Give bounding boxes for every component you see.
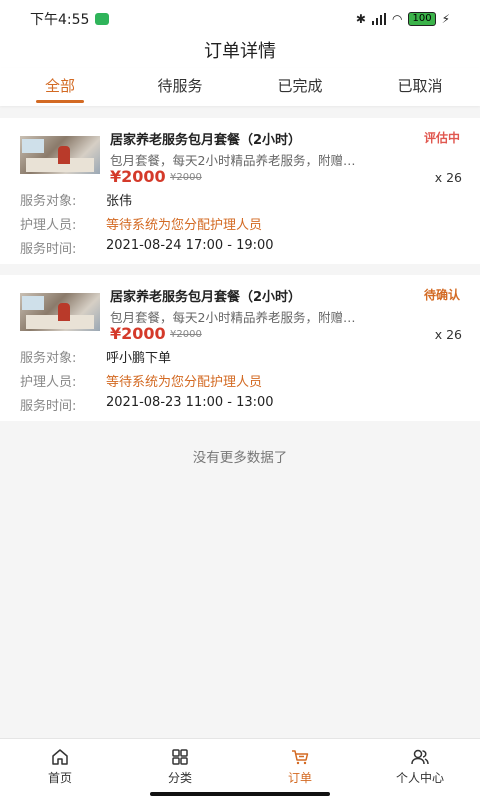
caregiver-label: 护理人员: bbox=[20, 218, 77, 233]
order-title: 居家养老服务包月套餐（2小时） bbox=[110, 290, 302, 305]
order-original-price: ¥2000 bbox=[170, 172, 202, 183]
service-time-value: 2021-08-24 17:00 - 19:00 bbox=[106, 238, 274, 253]
tab-all[interactable]: 全部 bbox=[0, 68, 120, 106]
service-target-row: 服务对象: 呼小鹏下单 bbox=[20, 347, 171, 366]
service-target-label: 服务对象: bbox=[20, 194, 77, 209]
nav-home-label: 首页 bbox=[47, 771, 72, 785]
caregiver-value: 等待系统为您分配护理人员 bbox=[106, 218, 263, 233]
page-title: 订单详情 bbox=[0, 38, 480, 68]
order-status-badge: 待确认 bbox=[423, 288, 460, 302]
caregiver-value: 等待系统为您分配护理人员 bbox=[106, 375, 263, 390]
caregiver-row: 护理人员: 等待系统为您分配护理人员 bbox=[20, 214, 262, 233]
service-time-label: 服务时间: bbox=[20, 399, 77, 414]
product-thumbnail bbox=[20, 293, 100, 331]
status-left: 下午4:55 bbox=[30, 9, 110, 29]
service-time-label: 服务时间: bbox=[20, 242, 77, 257]
cart-icon bbox=[292, 750, 309, 765]
nav-orders-label: 订单 bbox=[287, 771, 312, 785]
service-time-value: 2021-08-23 11:00 - 13:00 bbox=[106, 395, 274, 410]
status-time: 下午4:55 bbox=[30, 12, 90, 28]
order-quantity: x 26 bbox=[434, 327, 462, 342]
no-more-data-text: 没有更多数据了 bbox=[192, 450, 288, 466]
caregiver-label: 护理人员: bbox=[20, 375, 77, 390]
order-original-price: ¥2000 bbox=[170, 329, 202, 340]
order-title: 居家养老服务包月套餐（2小时） bbox=[110, 133, 302, 148]
app-notification-icon bbox=[95, 13, 110, 25]
grid-icon bbox=[172, 749, 188, 765]
bluetooth-icon: ✱ bbox=[355, 12, 366, 26]
status-right: ✱ ◠ 100 ⚡ bbox=[356, 12, 450, 26]
caregiver-row: 护理人员: 等待系统为您分配护理人员 bbox=[20, 371, 262, 390]
tab-cancelled[interactable]: 已取消 bbox=[360, 68, 480, 106]
service-target-value: 呼小鹏下单 bbox=[106, 351, 172, 366]
service-target-value: 张伟 bbox=[106, 194, 133, 209]
home-indicator bbox=[150, 792, 330, 796]
tab-completed[interactable]: 已完成 bbox=[240, 68, 360, 106]
nav-category-label: 分类 bbox=[167, 771, 192, 785]
user-icon bbox=[411, 749, 429, 765]
order-price: ¥2000 bbox=[110, 167, 166, 186]
service-time-row: 服务时间: 2021-08-23 11:00 - 13:00 bbox=[20, 395, 274, 414]
order-status-badge: 评估中 bbox=[423, 131, 460, 145]
home-icon bbox=[52, 749, 68, 765]
nav-profile[interactable]: 个人中心 bbox=[360, 739, 480, 801]
order-price: ¥2000 bbox=[110, 324, 166, 343]
order-tabs: 全部 待服务 已完成 已取消 bbox=[0, 68, 480, 106]
charging-icon: ⚡ bbox=[441, 12, 450, 26]
nav-profile-label: 个人中心 bbox=[395, 771, 444, 785]
service-time-row: 服务时间: 2021-08-24 17:00 - 19:00 bbox=[20, 238, 274, 257]
signal-icon bbox=[371, 13, 386, 25]
battery-icon: 100 bbox=[408, 12, 436, 26]
product-thumbnail bbox=[20, 136, 100, 174]
nav-home[interactable]: 首页 bbox=[0, 739, 120, 801]
wifi-icon: ◠ bbox=[391, 12, 403, 26]
service-target-row: 服务对象: 张伟 bbox=[20, 190, 132, 209]
tab-pending-service[interactable]: 待服务 bbox=[120, 68, 240, 106]
order-card[interactable]: 居家养老服务包月套餐（2小时） 评估中 包月套餐，每天2小时精品养老服务，附赠…… bbox=[0, 118, 480, 264]
status-bar: 下午4:55 ✱ ◠ 100 ⚡ bbox=[0, 0, 480, 38]
order-quantity: x 26 bbox=[434, 170, 462, 185]
order-card[interactable]: 居家养老服务包月套餐（2小时） 待确认 包月套餐，每天2小时精品养老服务，附赠…… bbox=[0, 275, 480, 421]
service-target-label: 服务对象: bbox=[20, 351, 77, 366]
